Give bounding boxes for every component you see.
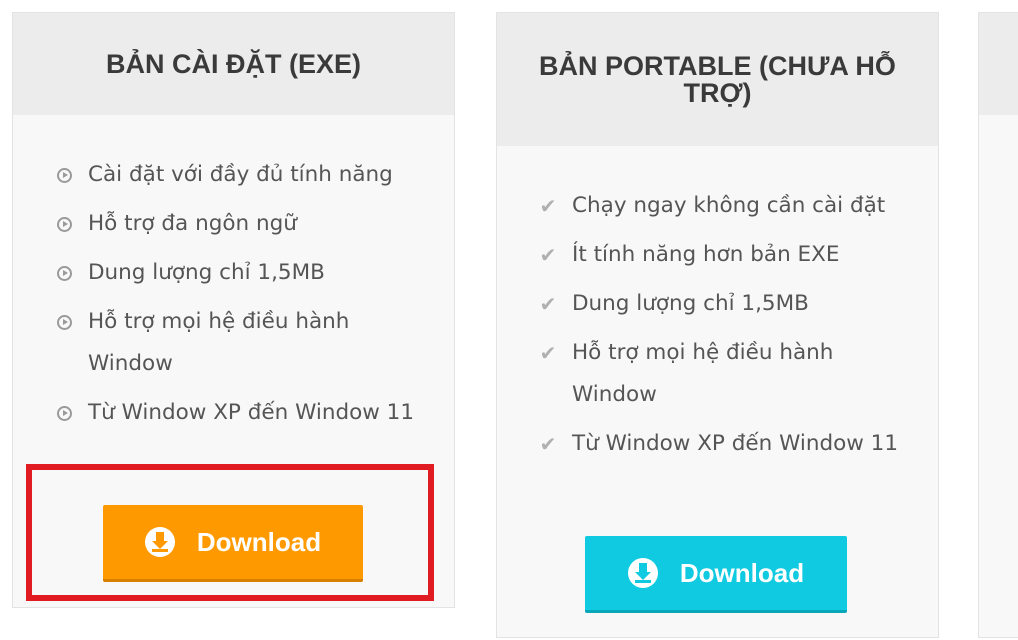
feature-item: Hỗ trợ đa ngôn ngữ xyxy=(13,203,454,245)
feature-item: ✔ Ít tính năng hơn bản EXE xyxy=(497,234,938,276)
pricing-card-partial xyxy=(978,12,1018,638)
check-icon: ✔ xyxy=(539,243,557,267)
check-icon: ✔ xyxy=(539,432,557,456)
download-portable-button[interactable]: Download xyxy=(585,536,847,613)
feature-list: ✔ Chạy ngay không cần cài đặt ✔ Ít tính nă… xyxy=(497,185,938,472)
pricing-card-exe: BẢN CÀI ĐẶT (EXE) Cài đặt với đầy đủ tín… xyxy=(12,12,455,608)
feature-item: Hỗ trợ mọi hệ điều hành Window xyxy=(13,301,454,385)
card-title: BẢN PORTABLE (CHƯA HỖ TRỢ) xyxy=(497,13,938,146)
circle-play-icon xyxy=(53,154,75,196)
feature-list: Cài đặt với đầy đủ tính năng Hỗ trợ đa n… xyxy=(13,154,454,441)
feature-item: ✔ Hỗ trợ mọi hệ điều hành Window xyxy=(497,332,938,416)
download-icon xyxy=(144,527,175,557)
download-exe-button[interactable]: Download xyxy=(103,505,363,582)
circle-play-icon xyxy=(53,301,75,343)
download-icon xyxy=(627,558,658,588)
feature-item: Dung lượng chỉ 1,5MB xyxy=(13,252,454,294)
circle-play-icon xyxy=(53,252,75,294)
card-header xyxy=(979,13,1018,115)
pricing-card-portable: BẢN PORTABLE (CHƯA HỖ TRỢ) ✔ Chạy ngay kh… xyxy=(496,12,939,638)
feature-item: Cài đặt với đầy đủ tính năng xyxy=(13,154,454,196)
feature-item: Từ Window XP đến Window 11 xyxy=(13,392,454,434)
feature-item: ✔ Dung lượng chỉ 1,5MB xyxy=(497,283,938,325)
feature-item: ✔ Từ Window XP đến Window 11 xyxy=(497,423,938,465)
check-icon: ✔ xyxy=(539,292,557,316)
download-button-label: Download xyxy=(196,526,322,557)
check-icon: ✔ xyxy=(539,341,557,365)
circle-play-icon xyxy=(53,392,75,434)
download-button-label: Download xyxy=(679,557,805,588)
feature-item: ✔ Chạy ngay không cần cài đặt xyxy=(497,185,938,227)
card-title: BẢN CÀI ĐẶT (EXE) xyxy=(13,13,454,115)
circle-play-icon xyxy=(53,203,75,245)
check-icon: ✔ xyxy=(539,194,557,218)
